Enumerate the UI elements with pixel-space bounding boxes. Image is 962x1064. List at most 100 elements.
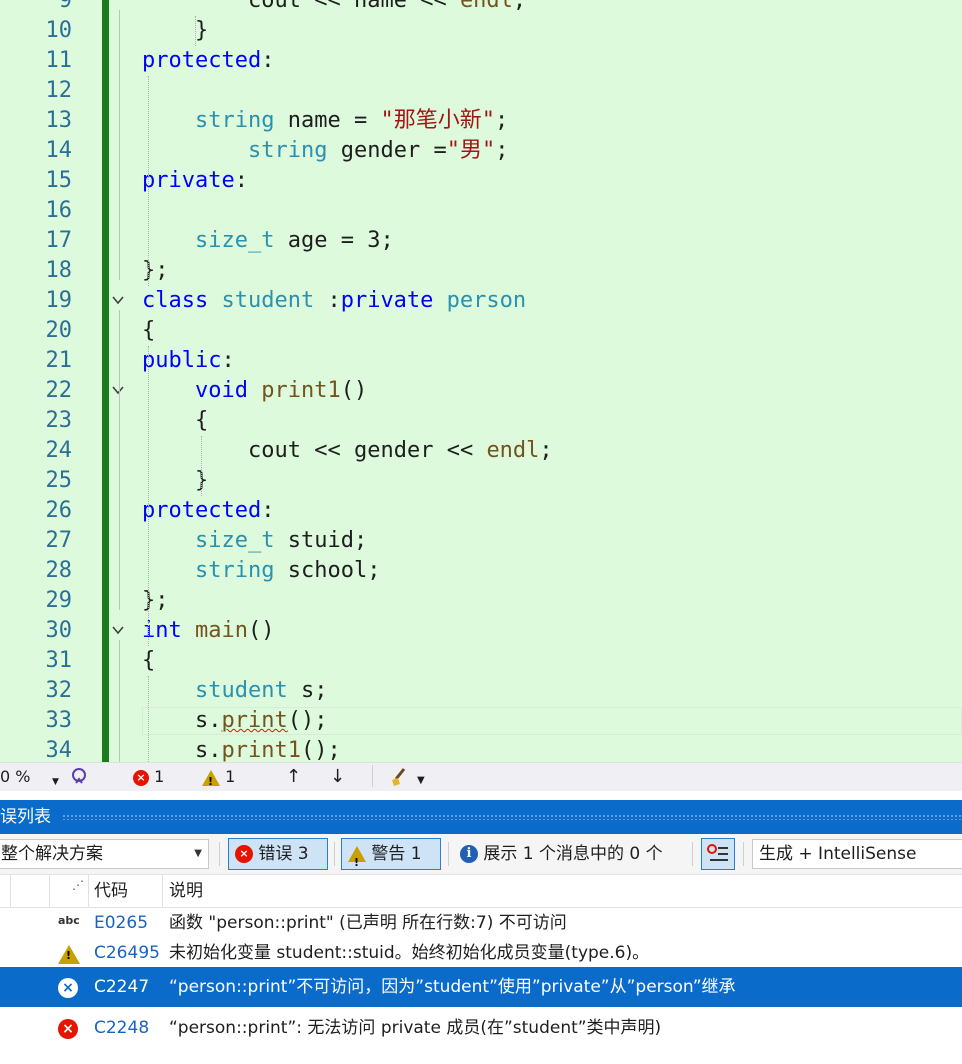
error-list-header: ⋰ 代码 说明 bbox=[0, 875, 962, 908]
code-line[interactable]: 21 public: bbox=[0, 346, 962, 376]
code-line[interactable]: 30 int main() bbox=[0, 616, 962, 646]
code-text: s.print1(); bbox=[195, 736, 341, 762]
code-line[interactable]: 16 bbox=[0, 196, 962, 226]
clear-filter-button[interactable] bbox=[701, 838, 735, 870]
code-line[interactable]: 20 { bbox=[0, 316, 962, 346]
warning-count: 1 bbox=[225, 767, 236, 786]
code-token: << bbox=[406, 0, 460, 13]
code-token: () bbox=[247, 618, 275, 643]
zoom-level[interactable]: 0 % bbox=[0, 767, 30, 787]
code-token: ; bbox=[539, 438, 553, 463]
error-description: 未初始化变量 student::stuid。始终初始化成员变量(type.6)。 bbox=[169, 943, 650, 963]
indent-guide bbox=[148, 346, 149, 646]
build-filter-value: 生成 + IntelliSense bbox=[759, 844, 917, 864]
code-text: int main() bbox=[142, 616, 274, 646]
line-number: 12 bbox=[45, 78, 73, 103]
code-token: string bbox=[248, 138, 328, 163]
line-number: 33 bbox=[45, 708, 73, 733]
code-line[interactable]: 34 s.print1(); bbox=[0, 736, 962, 762]
code-token: gender = bbox=[327, 138, 447, 163]
fold-chevron-icon[interactable] bbox=[111, 624, 127, 638]
code-token: : bbox=[314, 288, 341, 313]
code-line[interactable]: 17 size_t age = 3; bbox=[0, 226, 962, 256]
error-list-row[interactable]: ! C26495 未初始化变量 student::stuid。始终初始化成员变量(t… bbox=[0, 938, 962, 968]
error-list-row[interactable]: abc E0265 函数 "person::print" (已声明 所在行数:7) … bbox=[0, 908, 962, 938]
error-icon: × bbox=[58, 1018, 78, 1039]
warning-count-indicator[interactable]: ! 1 bbox=[202, 767, 236, 788]
code-text: }; bbox=[142, 586, 169, 616]
build-filter-dropdown[interactable]: 生成 + IntelliSense bbox=[752, 839, 962, 869]
code-token: stuid; bbox=[274, 528, 368, 553]
error-code-link[interactable]: E0265 bbox=[94, 908, 148, 938]
line-number: 20 bbox=[45, 318, 73, 343]
code-token: class bbox=[142, 288, 209, 313]
arrow-down-icon[interactable]: ↓ bbox=[330, 767, 345, 787]
intellicode-icon[interactable] bbox=[70, 767, 88, 790]
code-line[interactable]: 28 string school; bbox=[0, 556, 962, 586]
error-count-indicator[interactable]: × 1 bbox=[133, 767, 164, 787]
error-list-row[interactable]: × C2247 “person::print”不可访问，因为”student”使用”… bbox=[0, 967, 962, 1007]
code-line[interactable]: 32 student s; bbox=[0, 676, 962, 706]
code-token: protected bbox=[142, 48, 262, 73]
code-line[interactable]: 24 cout << gender << endl; bbox=[0, 436, 962, 466]
line-number: 9 bbox=[58, 0, 72, 13]
code-line[interactable]: 26 protected: bbox=[0, 496, 962, 526]
code-text: cout << name << endl; bbox=[248, 0, 526, 16]
code-token: size_t bbox=[195, 228, 275, 253]
error-code-link[interactable]: C2248 bbox=[94, 1013, 149, 1043]
error-code-link[interactable]: C2247 bbox=[94, 967, 149, 1007]
code-line[interactable]: 19 class student :private person bbox=[0, 286, 962, 316]
line-number: 17 bbox=[45, 228, 73, 253]
code-line[interactable]: 33 s.print(); bbox=[0, 706, 962, 736]
line-number: 19 bbox=[45, 288, 73, 313]
line-number: 30 bbox=[45, 618, 73, 643]
fold-region-line bbox=[119, 640, 120, 762]
line-number: 27 bbox=[45, 528, 73, 553]
indent-guide bbox=[148, 676, 149, 762]
code-line[interactable]: 18}; bbox=[0, 256, 962, 286]
error-list-title: 误列表 bbox=[0, 807, 51, 827]
errors-filter-button[interactable]: × 错误 3 bbox=[228, 838, 328, 870]
code-line[interactable]: 12 bbox=[0, 76, 962, 106]
column-header-code[interactable]: 代码 bbox=[94, 875, 128, 907]
fold-chevron-icon[interactable] bbox=[111, 294, 127, 308]
code-line[interactable]: 15 private: bbox=[0, 166, 962, 196]
code-line[interactable]: 14 string gender ="男"; bbox=[0, 136, 962, 166]
error-list-toolbar: 整个解决方案 ▼ × 错误 3 ! 警告 1 i 展示 1 个消息中的 0 个 … bbox=[0, 834, 962, 875]
code-line[interactable]: 29}; bbox=[0, 586, 962, 616]
code-token: "那笔小新" bbox=[380, 108, 495, 133]
error-count: 1 bbox=[154, 767, 165, 786]
code-editor[interactable]: 9 cout << name << endl; 10} 11 protected: 12 1… bbox=[0, 0, 962, 762]
code-line[interactable]: 27 size_t stuid; bbox=[0, 526, 962, 556]
line-number: 29 bbox=[45, 588, 73, 613]
code-line[interactable]: 13 string name = "那笔小新"; bbox=[0, 106, 962, 136]
zoom-dropdown-icon[interactable]: ▼ bbox=[52, 772, 59, 792]
code-line[interactable]: 31 { bbox=[0, 646, 962, 676]
error-code-link[interactable]: C26495 bbox=[94, 938, 160, 968]
line-number: 11 bbox=[45, 48, 73, 73]
error-list-row[interactable]: × C2248 “person::print”: 无法访问 private 成员(在… bbox=[0, 1013, 962, 1043]
code-line[interactable]: 10} bbox=[0, 16, 962, 46]
code-line[interactable]: 23 { bbox=[0, 406, 962, 436]
code-token: } bbox=[195, 18, 209, 43]
cleanup-dropdown-icon[interactable]: ▼ bbox=[417, 771, 425, 791]
code-line[interactable]: 22 void print1() bbox=[0, 376, 962, 406]
indent-guide bbox=[201, 436, 202, 496]
scope-dropdown[interactable]: 整个解决方案 ▼ bbox=[0, 839, 209, 869]
arrow-up-icon[interactable]: ↑ bbox=[286, 767, 301, 787]
code-cleanup-icon[interactable] bbox=[390, 767, 412, 792]
warnings-filter-button[interactable]: ! 警告 1 bbox=[341, 838, 441, 870]
code-line[interactable]: 25} bbox=[0, 466, 962, 496]
messages-filter-button[interactable]: i 展示 1 个消息中的 0 个 bbox=[460, 838, 663, 870]
code-line[interactable]: 11 protected: bbox=[0, 46, 962, 76]
column-header-description[interactable]: 说明 bbox=[169, 875, 203, 907]
titlebar-grip[interactable] bbox=[62, 814, 962, 820]
toolbar-separator bbox=[219, 842, 220, 866]
code-text: string name = "那笔小新"; bbox=[195, 106, 508, 136]
code-text: student s; bbox=[195, 676, 327, 706]
errors-filter-label: 错误 3 bbox=[258, 844, 309, 864]
messages-filter-label: 展示 1 个消息中的 0 个 bbox=[483, 844, 663, 864]
line-number: 15 bbox=[45, 168, 73, 193]
code-line[interactable]: 9 cout << name << endl; bbox=[0, 0, 962, 16]
